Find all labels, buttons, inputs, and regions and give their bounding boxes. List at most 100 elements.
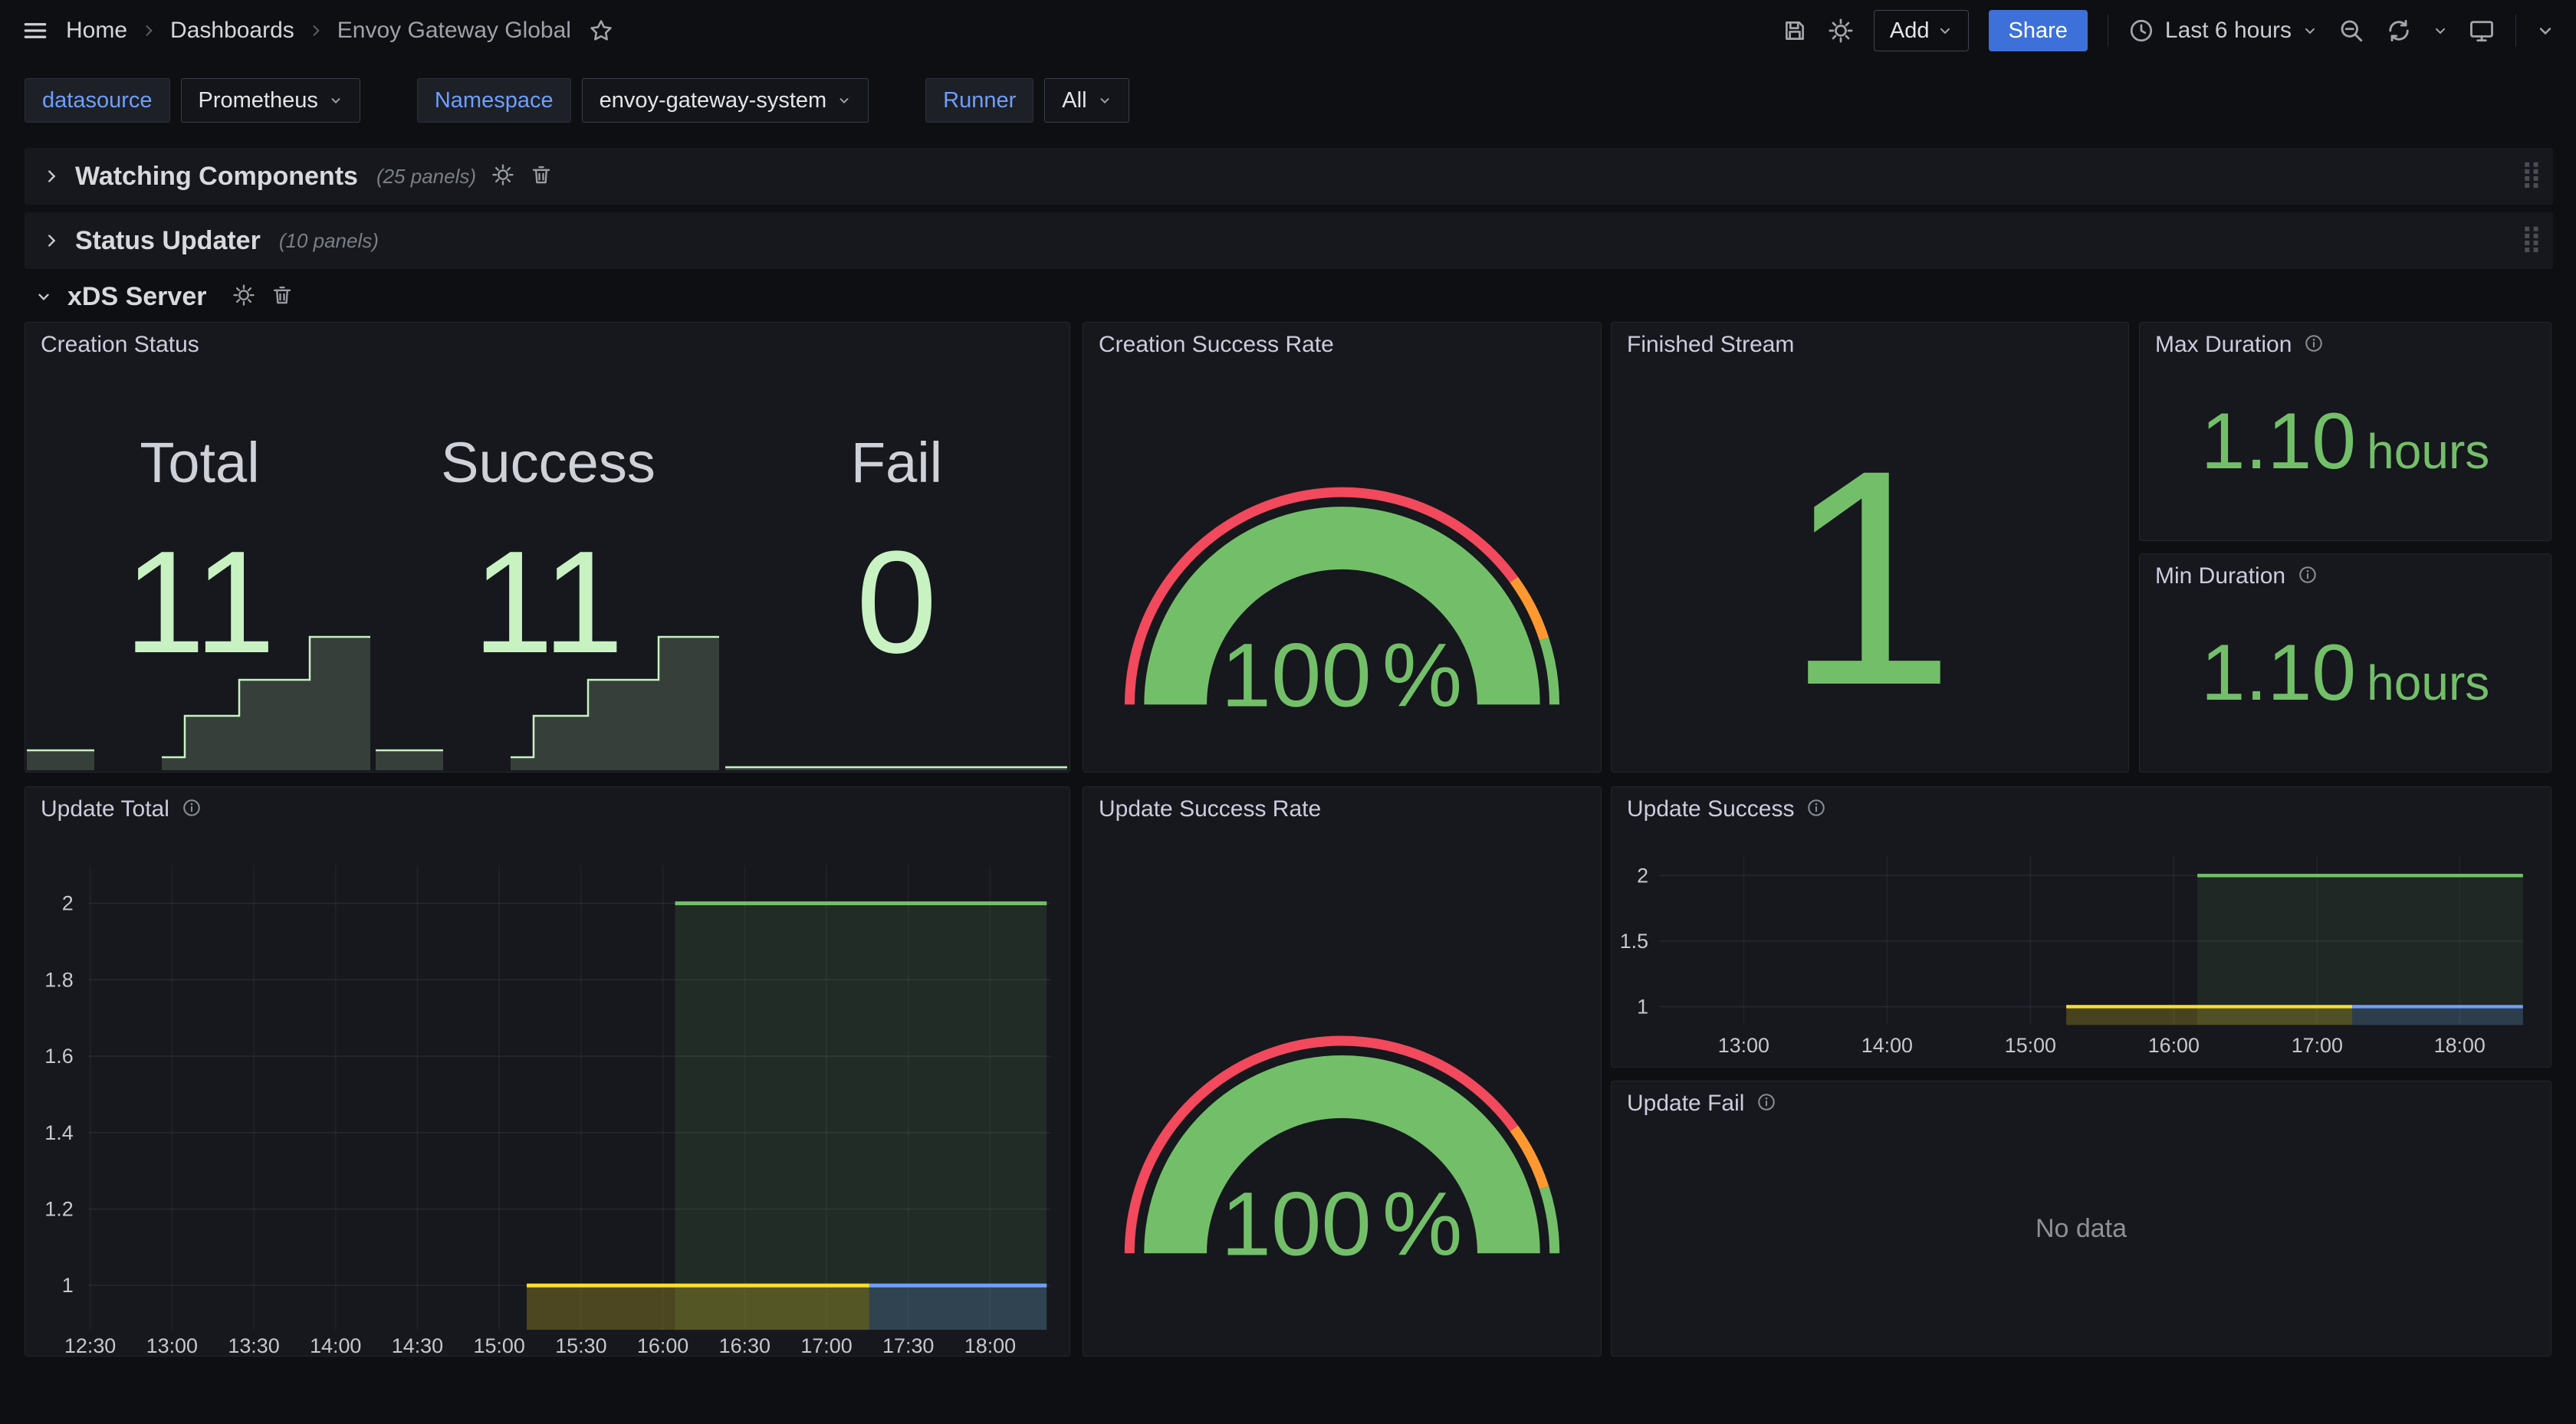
dashboard-settings-gear-icon[interactable] <box>1828 18 1854 44</box>
y-tick-label: 1.6 <box>44 1045 73 1068</box>
info-icon[interactable] <box>2304 333 2324 357</box>
x-tick-label: 18:00 <box>2434 1034 2486 1057</box>
panel-title-button[interactable]: Update Success Rate <box>1099 796 1321 822</box>
datasource-variable-dropdown[interactable]: Prometheus <box>181 78 360 123</box>
x-tick-label: 13:00 <box>146 1334 198 1356</box>
namespace-variable-label: Namespace <box>417 78 571 123</box>
stat-label: Total <box>25 430 374 495</box>
breadcrumb: Home Dashboards Envoy Gateway Global <box>66 18 571 44</box>
time-series-chart[interactable]: 2 1.8 1.6 1.4 1.2 1 12:30 13:00 13:30 14… <box>25 787 1070 1356</box>
stat-value: 1.10 hours <box>2140 396 2551 487</box>
y-tick-label: 1 <box>62 1274 74 1297</box>
panel-title: Creation Success Rate <box>1099 332 1334 358</box>
panel-title-button[interactable]: Update Fail <box>1627 1091 1776 1117</box>
chevron-down-icon <box>837 94 851 107</box>
y-tick-label: 1.5 <box>1620 930 1648 953</box>
info-icon[interactable] <box>1806 798 1826 822</box>
x-tick-label: 16:00 <box>637 1334 688 1356</box>
panel-creation-status: Creation Status Total 11 Success 11 Fail… <box>25 322 1070 773</box>
panel-title-button[interactable]: Creation Success Rate <box>1099 332 1334 358</box>
gauge-value: 100 <box>1221 1173 1372 1274</box>
x-tick-label: 14:00 <box>1861 1034 1913 1057</box>
row-title: Status Updater <box>75 226 261 256</box>
x-tick-label: 17:00 <box>800 1334 852 1356</box>
y-tick-label: 1.2 <box>44 1197 73 1220</box>
chevron-right-icon <box>43 232 60 249</box>
breadcrumb-dashboards[interactable]: Dashboards <box>170 18 294 44</box>
x-tick-label: 14:30 <box>392 1334 443 1356</box>
stat-label: Fail <box>722 430 1071 495</box>
x-tick-label: 15:00 <box>2005 1034 2056 1057</box>
chevron-down-icon <box>35 288 52 305</box>
gauge-unit: % <box>1382 1173 1463 1274</box>
panel-title-button[interactable]: Update Success <box>1627 796 1826 822</box>
namespace-variable-dropdown[interactable]: envoy-gateway-system <box>582 78 869 123</box>
breadcrumb-home[interactable]: Home <box>66 18 127 44</box>
panel-title: Update Total <box>41 796 169 822</box>
breadcrumb-current: Envoy Gateway Global <box>337 18 571 44</box>
kiosk-monitor-icon[interactable] <box>2468 17 2496 44</box>
row-delete-trash-icon[interactable] <box>271 284 294 310</box>
time-range-picker[interactable]: Last 6 hours <box>2128 18 2318 44</box>
info-icon[interactable] <box>2298 565 2318 589</box>
row-status-updater[interactable]: Status Updater (10 panels) <box>25 212 2553 269</box>
row-title: xDS Server <box>67 282 206 312</box>
svg-text:100%: 100% <box>1221 1173 1463 1274</box>
x-tick-label: 17:30 <box>882 1334 934 1356</box>
sparkline-fail <box>722 635 1070 770</box>
panel-update-success-rate: Update Success Rate 100% <box>1083 786 1602 1357</box>
panel-title: Update Success Rate <box>1099 796 1321 822</box>
chevron-right-icon <box>43 168 60 185</box>
chevron-down-icon <box>329 94 343 107</box>
datasource-variable-value: Prometheus <box>199 88 318 113</box>
duration-unit: hours <box>2367 655 2489 711</box>
row-settings-gear-icon[interactable] <box>232 284 255 310</box>
chevron-right-icon <box>308 23 324 38</box>
row-drag-handle[interactable] <box>2521 223 2542 259</box>
row-panel-count: (10 panels) <box>279 229 379 253</box>
info-icon[interactable] <box>182 798 202 822</box>
duration-number: 1.10 <box>2201 396 2356 487</box>
sparkline-total <box>25 635 373 770</box>
add-button[interactable]: Add <box>1874 10 1969 51</box>
panel-title-button[interactable]: Update Total <box>41 796 202 822</box>
no-data-message: No data <box>1612 1214 2551 1244</box>
time-range-label: Last 6 hours <box>2165 18 2292 44</box>
zoom-out-time-icon[interactable] <box>2338 17 2365 44</box>
star-icon[interactable] <box>588 18 614 44</box>
sparkline-success <box>374 635 722 770</box>
share-button[interactable]: Share <box>1989 10 2088 51</box>
save-dashboard-icon[interactable] <box>1782 18 1808 44</box>
row-panel-count: (25 panels) <box>376 165 476 189</box>
row-title: Watching Components <box>75 162 358 192</box>
row-delete-trash-icon[interactable] <box>530 163 553 190</box>
panel-title: Update Success <box>1627 796 1794 822</box>
time-series-chart[interactable]: 2 1.5 1 13:00 14:00 15:00 16:00 17:00 18… <box>1612 787 2551 1067</box>
hamburger-menu-icon[interactable] <box>21 17 49 44</box>
refresh-icon[interactable] <box>2385 17 2413 44</box>
y-tick-label: 1 <box>1637 995 1648 1018</box>
y-tick-label: 2 <box>62 892 74 915</box>
info-icon[interactable] <box>1756 1092 1776 1116</box>
duration-number: 1.10 <box>2201 628 2356 719</box>
panel-title-button[interactable]: Max Duration <box>2155 332 2324 358</box>
refresh-interval-chevron-icon[interactable] <box>2433 23 2448 38</box>
share-button-label: Share <box>2009 18 2068 44</box>
row-xds-server[interactable]: xDS Server <box>25 277 304 316</box>
row-settings-gear-icon[interactable] <box>491 163 514 190</box>
stat-value: 1.10 hours <box>2140 628 2551 719</box>
x-tick-label: 17:00 <box>2292 1034 2343 1057</box>
y-tick-label: 2 <box>1637 864 1648 887</box>
panel-creation-success-rate: Creation Success Rate 100% <box>1083 322 1602 773</box>
row-drag-handle[interactable] <box>2521 159 2542 195</box>
row-watching-components[interactable]: Watching Components (25 panels) <box>25 148 2553 205</box>
x-tick-label: 15:30 <box>555 1334 606 1356</box>
panel-update-total: Update Total 2 1.8 1.6 1.4 1.2 1 <box>25 786 1070 1357</box>
panel-title-button[interactable]: Finished Stream <box>1627 332 1794 358</box>
collapse-topbar-chevron-icon[interactable] <box>2536 21 2555 40</box>
runner-variable-label: Runner <box>925 78 1033 123</box>
runner-variable-dropdown[interactable]: All <box>1044 78 1129 123</box>
x-tick-label: 13:30 <box>228 1334 279 1356</box>
panel-title-button[interactable]: Min Duration <box>2155 563 2318 589</box>
clock-icon <box>2128 18 2154 44</box>
